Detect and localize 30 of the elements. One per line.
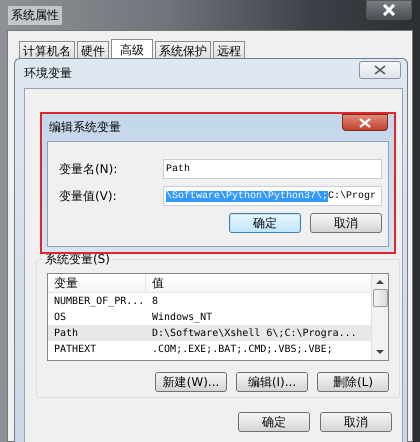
list-row[interactable]: NUMBER_OF_PR... 8 [48, 293, 371, 309]
down-arrow-icon [376, 349, 384, 355]
up-arrow-icon [376, 279, 384, 285]
list-row[interactable]: PATHEXT .COM;.EXE;.BAT;.CMD;.VBS;.VBE; [48, 341, 371, 357]
close-icon [359, 118, 371, 128]
column-header[interactable]: 值 [146, 274, 371, 292]
input-field[interactable]: \Software\Python\Python37\;C:\Progr [163, 186, 382, 206]
action-button[interactable]: 删除(L) [317, 372, 389, 392]
close-icon [374, 65, 386, 75]
dialog-button[interactable]: 取消 [320, 412, 392, 432]
list-row[interactable]: Path D:\Software\Xshell 6\;C:\Progra... [48, 325, 371, 341]
close-button[interactable] [359, 61, 401, 79]
column-header[interactable]: 变量 [48, 274, 146, 292]
action-button[interactable]: 新建(W)... [155, 372, 227, 392]
dialog-title: 编辑系统变量 [49, 118, 121, 136]
field-label: 变量名(N): [59, 160, 118, 178]
close-icon [382, 4, 396, 16]
field-label: 变量值(V): [59, 188, 118, 204]
window-title: 系统属性 [8, 6, 62, 24]
scroll-thumb[interactable] [372, 289, 388, 307]
scrollbar[interactable] [371, 274, 388, 360]
close-button[interactable] [342, 114, 388, 131]
list-row[interactable]: OS Windows_NT [48, 309, 371, 325]
dialog-button[interactable]: 确定 [229, 213, 301, 233]
input-field[interactable]: Path [163, 159, 382, 179]
dialog-button[interactable]: 确定 [238, 412, 310, 432]
close-button[interactable] [366, 0, 412, 20]
dialog-button[interactable]: 取消 [310, 213, 382, 233]
dialog-title: 环境变量 [24, 64, 72, 82]
action-button[interactable]: 编辑(I)... [236, 372, 308, 392]
